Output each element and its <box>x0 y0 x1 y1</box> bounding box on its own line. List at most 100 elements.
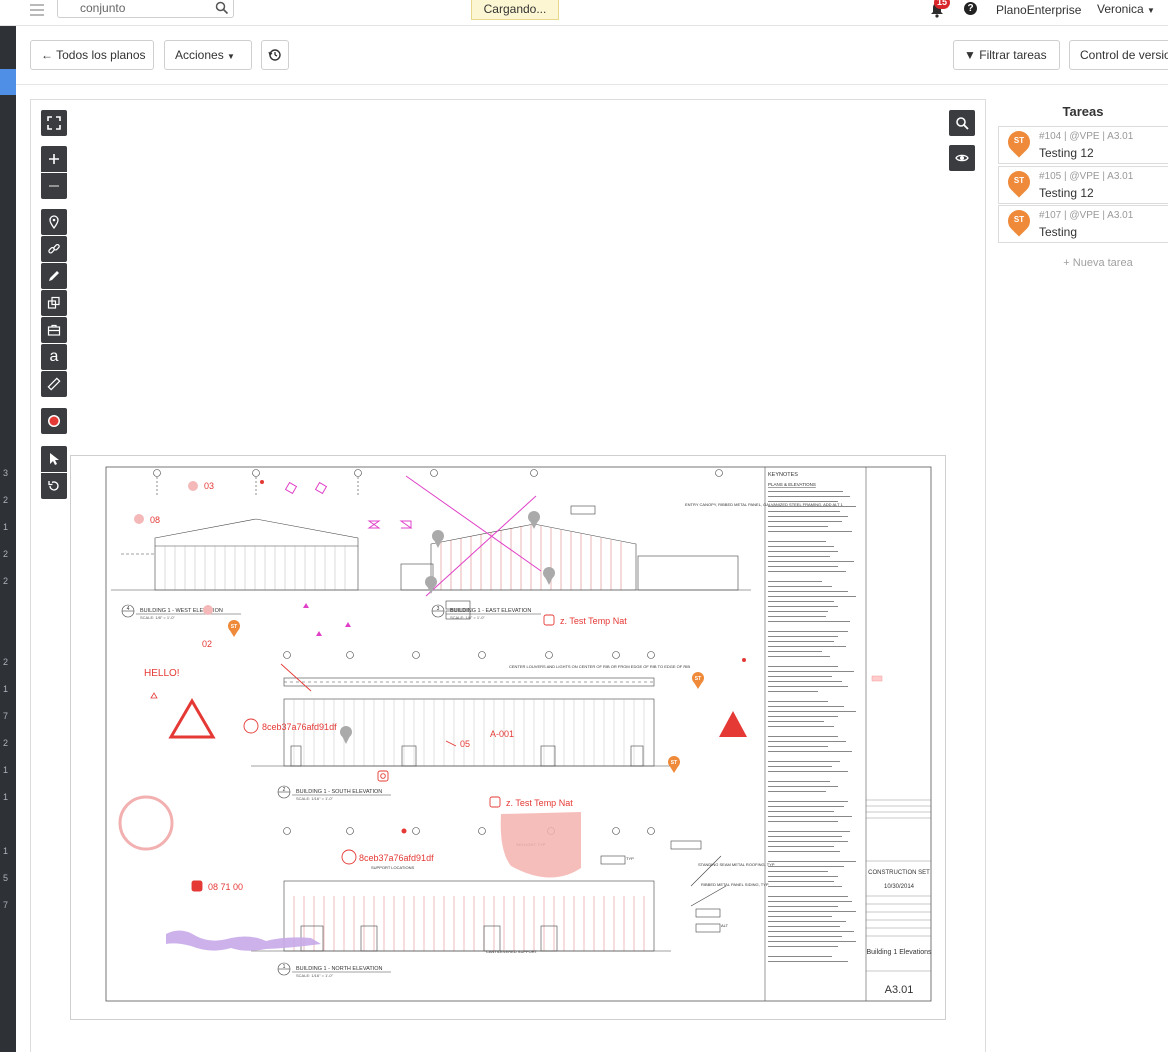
ruler-icon <box>47 377 61 391</box>
all-plans-label: Todos los planos <box>56 48 146 62</box>
history-button[interactable] <box>261 40 289 70</box>
select-tool[interactable] <box>41 446 67 472</box>
markup-text-08: 08 <box>150 515 160 525</box>
task-card[interactable]: ST #105 | @VPE | A3.01 Testing 12 <box>998 166 1168 204</box>
cursor-icon <box>50 453 59 465</box>
typ-note: TYP <box>626 856 634 861</box>
actions-button[interactable]: Acciones ▼ <box>164 40 252 70</box>
task-card[interactable]: ST #107 | @VPE | A3.01 Testing <box>998 205 1168 243</box>
north-view-title: BUILDING 1 - NORTH ELEVATION <box>296 966 383 972</box>
north-view-scale: SCALE: 1/16" = 1'-0" <box>296 973 334 978</box>
task-pin-label: ST <box>671 760 677 766</box>
help-icon[interactable]: ? <box>964 2 977 15</box>
magnifier-icon <box>956 117 969 130</box>
south-view-title: BUILDING 1 - SOUTH ELEVATION <box>296 789 382 795</box>
strip-number: 3 <box>2 468 8 478</box>
keynotes-lines <box>768 491 856 962</box>
link-icon <box>48 243 60 254</box>
east-view-title: BUILDING 1 - EAST ELEVATION <box>450 608 531 614</box>
arrow-left-icon: ← <box>41 48 53 62</box>
sheet-number: A3.01 <box>885 984 914 996</box>
shapes-icon <box>47 296 60 309</box>
pin-tool[interactable] <box>41 209 67 235</box>
zoom-in-button[interactable] <box>41 146 67 172</box>
east-view-number: 3 <box>437 606 440 612</box>
left-sidebar-strip: 3 2 1 2 2 2 1 7 2 1 1 1 5 7 <box>0 26 16 1052</box>
markup-text-05: 05 <box>460 739 470 749</box>
task-avatar-initials: ST <box>1013 176 1025 185</box>
sidebar-active-item[interactable] <box>0 69 16 95</box>
search-plan-button[interactable] <box>949 110 975 136</box>
version-control-button[interactable]: Control de versio <box>1069 40 1168 70</box>
task-pins-on-sheet <box>228 620 704 773</box>
measure-tool[interactable] <box>41 371 67 397</box>
fullscreen-button[interactable] <box>41 110 67 136</box>
plans-elevations-heading: PLANS & ELEVATIONS <box>768 482 816 487</box>
rotate-icon <box>48 481 59 491</box>
all-plans-button[interactable]: ← Todos los planos <box>30 40 154 70</box>
link-tool[interactable] <box>41 236 67 262</box>
company-name[interactable]: PlanoEnterprise <box>996 3 1081 17</box>
south-view-scale: SCALE: 1/16" = 1'-0" <box>296 796 334 801</box>
markup-gray-pins <box>340 511 555 744</box>
task-card[interactable]: ST #104 | @VPE | A3.01 Testing 12 <box>998 126 1168 164</box>
minus-icon <box>49 185 59 187</box>
plan-sheet[interactable]: 4 BUILDING 1 - WEST ELEVATION SCALE: 1/8… <box>70 455 946 1020</box>
user-menu[interactable]: Veronica ▼ <box>1097 2 1155 16</box>
issue-date: 10/30/2014 <box>884 884 915 890</box>
zoom-out-button[interactable] <box>41 173 67 199</box>
eye-icon <box>955 154 969 162</box>
center-louvers-note: CENTER LOUVERS AND LIGHTS ON CENTER OF R… <box>509 664 690 669</box>
west-view-scale: SCALE: 1/8" = 1'-0" <box>140 615 175 620</box>
markup-pink-dots <box>303 603 351 636</box>
loading-indicator: Cargando... <box>471 0 559 20</box>
strip-number: 1 <box>2 765 8 775</box>
caret-down-icon: ▼ <box>1147 6 1155 15</box>
east-elevation <box>391 469 751 620</box>
pen-tool[interactable] <box>41 263 67 289</box>
north-view-number: 1 <box>283 964 286 970</box>
alt-note: ALT <box>721 923 729 928</box>
rotate-tool[interactable] <box>41 473 67 499</box>
markup-link-2: 8ceb37a76afd91df <box>359 853 434 863</box>
strip-number: 2 <box>2 738 8 748</box>
ribbed-metal-note: RIBBED METAL PANEL SIDING, TYP <box>701 882 769 887</box>
strip-number: 7 <box>2 711 8 721</box>
record-tool[interactable] <box>41 408 67 434</box>
plan-viewer[interactable]: a 4 BUILDING 1 - WEST ELEVATION SCALE: 1… <box>30 99 986 1052</box>
keynotes-title: KEYNOTES <box>768 472 798 478</box>
markup-temp-1: z. Test Temp Nat <box>560 616 627 626</box>
menu-icon[interactable] <box>30 4 44 16</box>
title-block <box>866 675 931 972</box>
west-elevation <box>111 469 391 591</box>
visibility-button[interactable] <box>949 145 975 171</box>
task-avatar-initials: ST <box>1013 136 1025 145</box>
shapes-tool[interactable] <box>41 290 67 316</box>
task-pin-label: ST <box>695 676 701 682</box>
strip-number: 2 <box>2 576 8 586</box>
plus-icon <box>49 154 59 164</box>
task-meta: #105 | @VPE | A3.01 <box>1039 171 1134 182</box>
task-meta: #104 | @VPE | A3.01 <box>1039 131 1134 142</box>
strip-number: 5 <box>2 873 8 883</box>
search-input[interactable]: conjunto <box>57 0 234 18</box>
markup-text-087100: 08 71 00 <box>208 882 243 892</box>
task-avatar-initials: ST <box>1013 215 1025 224</box>
markup-text-hello: HELLO! <box>144 668 180 679</box>
toolbox-tool[interactable] <box>41 317 67 343</box>
drawing-canvas: 4 BUILDING 1 - WEST ELEVATION SCALE: 1/8… <box>105 466 932 1002</box>
caret-down-icon: ▼ <box>227 52 235 61</box>
new-task-button[interactable]: + Nueva tarea <box>998 257 1168 269</box>
strip-number: 1 <box>2 846 8 856</box>
top-bar: conjunto Cargando... 15 ? PlanoEnterpris… <box>0 0 1168 26</box>
support-locations-note: SUPPORT LOCATIONS <box>371 865 414 870</box>
text-tool[interactable]: a <box>41 344 67 370</box>
record-icon <box>48 415 60 427</box>
strip-number: 7 <box>2 900 8 910</box>
filter-tasks-button[interactable]: ▼ Filtrar tareas <box>953 40 1060 70</box>
tasks-panel-title: Tareas <box>1062 104 1104 119</box>
search-icon[interactable] <box>215 1 229 15</box>
markup-text-02: 02 <box>202 639 212 649</box>
history-icon <box>268 49 281 61</box>
toolbar-divider <box>16 84 1168 85</box>
